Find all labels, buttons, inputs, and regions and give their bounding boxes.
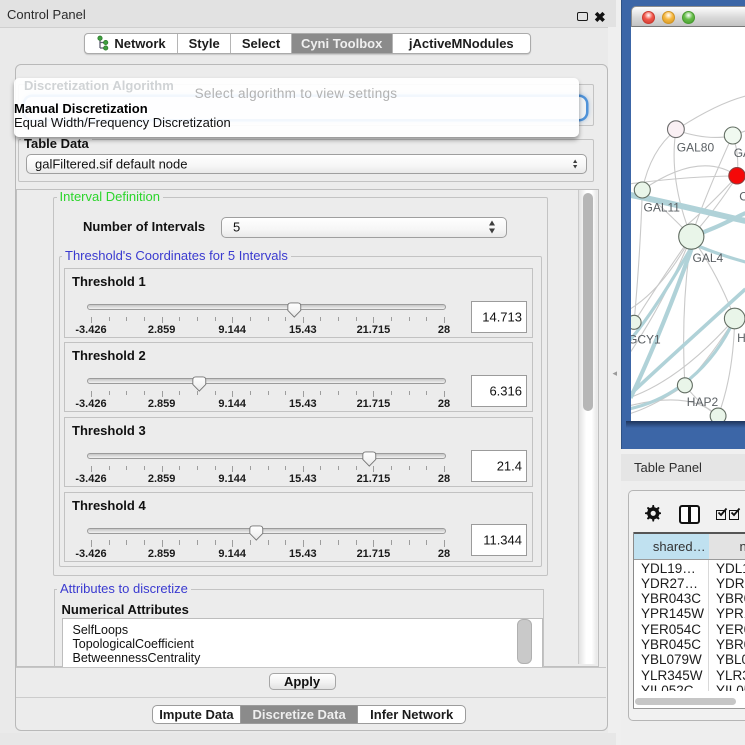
svg-text:GCY1: GCY1 xyxy=(631,333,661,347)
svg-text:GAL11: GAL11 xyxy=(643,201,680,215)
svg-text:CD: CD xyxy=(739,190,745,204)
svg-text:GAL4: GAL4 xyxy=(692,251,723,265)
svg-text:HAP2: HAP2 xyxy=(686,395,718,409)
svg-text:HIS: HIS xyxy=(737,331,745,345)
svg-text:GAL80: GAL80 xyxy=(676,141,714,155)
svg-text:GAL1: GAL1 xyxy=(733,146,745,160)
